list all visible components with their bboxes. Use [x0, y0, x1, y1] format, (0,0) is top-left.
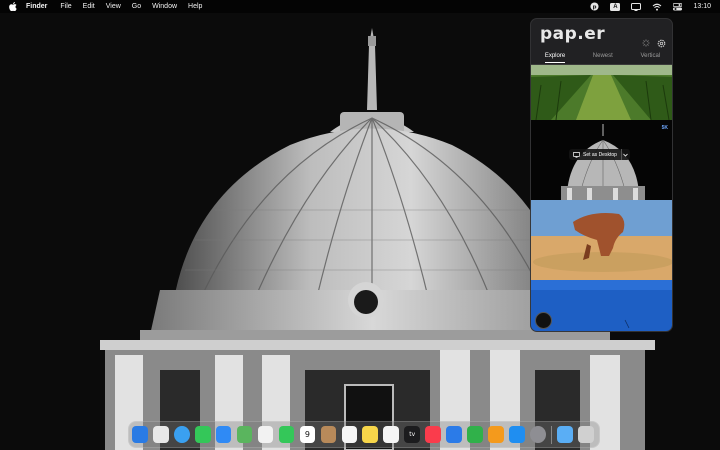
tab-explore[interactable]: Explore	[544, 53, 566, 63]
paper-icon[interactable]: p	[590, 0, 600, 13]
svg-text:p: p	[593, 4, 597, 10]
mail-icon[interactable]	[215, 426, 232, 443]
input-source-icon[interactable]: A	[610, 0, 621, 13]
wallpaper-list: 5K Set as Desktop	[531, 65, 672, 331]
wallpaper-thumbnail-desert[interactable]	[531, 200, 672, 280]
wallpaper-thumbnail-sea[interactable]	[531, 280, 672, 331]
trash-icon[interactable]	[577, 426, 594, 443]
dock-separator	[551, 425, 552, 444]
set-as-desktop-button[interactable]: Set as Desktop	[569, 149, 630, 160]
menu-view[interactable]: View	[106, 0, 121, 13]
pages-icon[interactable]	[488, 426, 504, 443]
control-center-icon[interactable]	[673, 0, 683, 13]
downloads-folder-icon[interactable]	[556, 426, 573, 443]
apple-menu-icon[interactable]	[0, 2, 26, 11]
clock[interactable]: 13:10	[693, 3, 711, 10]
freeform-icon[interactable]	[383, 426, 400, 443]
maps-icon[interactable]	[236, 426, 253, 443]
display-icon[interactable]	[631, 0, 642, 13]
input-source-label: A	[613, 3, 618, 10]
tv-icon[interactable]: tv	[404, 426, 421, 443]
chevron-down-icon[interactable]	[620, 149, 630, 160]
menu-window[interactable]: Window	[152, 0, 177, 13]
dock: 9 tv	[128, 421, 600, 448]
photos-icon[interactable]	[257, 426, 274, 443]
finder-icon[interactable]	[132, 426, 148, 443]
calendar-icon[interactable]: 9	[299, 426, 316, 443]
app-store-icon[interactable]	[509, 426, 525, 443]
menu-bar: Finder File Edit View Go Window Help p A…	[0, 0, 720, 13]
notes-icon[interactable]	[362, 426, 379, 443]
safari-icon[interactable]	[173, 426, 190, 443]
tab-vertical[interactable]: Vertical	[640, 53, 660, 63]
spinner-icon[interactable]	[641, 38, 651, 48]
app-logo: pap.er	[540, 24, 606, 44]
keynote-icon[interactable]	[446, 426, 462, 443]
numbers-icon[interactable]	[467, 426, 483, 443]
tab-bar: Explore Newest Vertical	[531, 53, 672, 63]
music-icon[interactable]	[425, 426, 441, 443]
popover-header: pap.er Explore Newest Vertical	[531, 19, 672, 65]
avatar[interactable]	[535, 312, 552, 329]
menu-edit[interactable]: Edit	[83, 0, 95, 13]
wifi-icon[interactable]	[652, 0, 662, 13]
wallpaper-thumbnail-dome[interactable]: 5K Set as Desktop	[531, 120, 672, 200]
menu-file[interactable]: File	[60, 0, 71, 13]
menu-app-name[interactable]: Finder	[26, 0, 47, 13]
facetime-icon[interactable]	[278, 426, 295, 443]
system-settings-icon[interactable]	[530, 426, 546, 443]
menu-go[interactable]: Go	[132, 0, 141, 13]
tab-newest[interactable]: Newest	[593, 53, 613, 63]
wallpaper-thumbnail-vineyard[interactable]	[531, 65, 672, 120]
reminders-icon[interactable]	[341, 426, 358, 443]
messages-icon[interactable]	[194, 426, 211, 443]
set-as-desktop-label: Set as Desktop	[583, 151, 617, 158]
launchpad-icon[interactable]	[152, 426, 169, 443]
contacts-icon[interactable]	[320, 426, 337, 443]
gear-icon[interactable]	[656, 38, 666, 48]
resolution-badge: 5K	[661, 125, 668, 131]
paper-popover: pap.er Explore Newest Vertical 5K Set as…	[530, 18, 673, 332]
menu-help[interactable]: Help	[188, 0, 202, 13]
